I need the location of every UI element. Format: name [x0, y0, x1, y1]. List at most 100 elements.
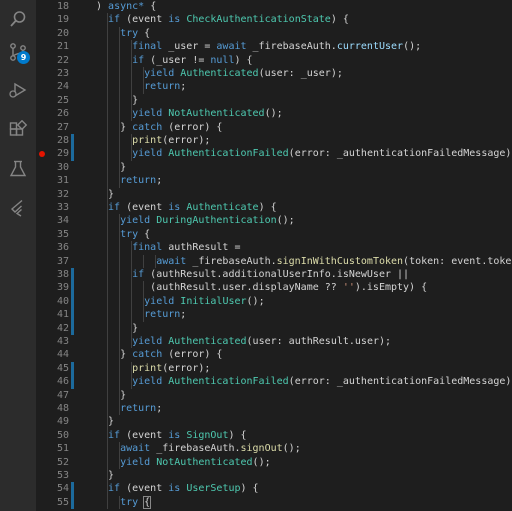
code-line[interactable]: 25}	[36, 93, 512, 108]
line-number: 29	[56, 148, 69, 160]
indent-guide	[107, 40, 109, 54]
code-line[interactable]: 36 final authResult =	[36, 241, 512, 255]
code-line[interactable]: 34 yield DuringAuthentication();	[36, 214, 512, 228]
code-text: ) async* {	[96, 0, 156, 13]
indent-guide	[119, 93, 121, 108]
code-token: (event	[120, 14, 169, 26]
code-line[interactable]: 45 print(error);	[36, 361, 512, 376]
code-line[interactable]: 47}	[36, 388, 512, 402]
indent-guide	[107, 147, 109, 161]
code-line[interactable]: 19 if (event is CheckAuthenticationState)…	[36, 13, 512, 27]
indent-guide	[107, 254, 109, 268]
line-number: 25	[56, 94, 69, 106]
code-token: _user =	[162, 41, 217, 53]
code-line[interactable]: 46 yield AuthenticationFailed(error: _aut…	[36, 375, 512, 389]
code-line[interactable]: 21 final _user = await _firebaseAuth.curr…	[36, 40, 512, 54]
code-token: {	[138, 27, 151, 39]
code-line[interactable]: 54 if (event is UserSetup) {	[36, 482, 512, 496]
code-line[interactable]: 20 try {	[36, 26, 512, 41]
code-text: yield AuthenticationFailed(error: _authe…	[132, 147, 512, 160]
indent-guide	[107, 134, 109, 148]
extensions-icon[interactable]	[6, 118, 30, 142]
code-line[interactable]: 50 if (event is SignOut) {	[36, 428, 512, 443]
modified-line-marker	[71, 482, 74, 496]
line-number: 46	[56, 376, 69, 388]
code-text: }	[108, 469, 114, 482]
indent-guide	[119, 80, 121, 94]
code-line[interactable]: 39 (authResult.user.displayName ?? '').is…	[36, 281, 512, 295]
line-number: 23	[56, 68, 69, 79]
code-line[interactable]: 30}	[36, 160, 512, 175]
code-token: Authenticated	[180, 68, 259, 79]
code-line[interactable]: 24 return;	[36, 80, 512, 94]
indent-guide	[119, 40, 121, 54]
code-token: Authenticated	[168, 336, 247, 347]
code-text: } catch (error) {	[120, 121, 222, 134]
code-line[interactable]: 35 try {	[36, 227, 512, 242]
code-line[interactable]: 31 return;	[36, 174, 512, 188]
code-token: InitialUser	[180, 295, 247, 307]
code-line[interactable]: 26 yield NotAuthenticated();	[36, 107, 512, 121]
code-line[interactable]: 32}	[36, 187, 512, 201]
testing-icon[interactable]	[6, 157, 30, 181]
indent-guide	[107, 26, 109, 41]
code-line[interactable]: 44} catch (error) {	[36, 348, 512, 362]
code-token: (error) {	[162, 121, 223, 133]
code-line[interactable]: 28 print(error);	[36, 134, 512, 148]
line-number: 26	[56, 108, 69, 120]
code-line[interactable]: 33 if (event is Authenticate) {	[36, 201, 512, 215]
line-number: 31	[56, 175, 69, 187]
run-debug-icon[interactable]	[6, 78, 30, 102]
indent-guide	[131, 67, 133, 81]
line-number: 52	[56, 456, 69, 468]
code-line[interactable]: 40 yield InitialUser();	[36, 294, 512, 309]
code-text: return;	[144, 308, 186, 321]
indent-guide	[107, 402, 109, 416]
code-token: null	[210, 54, 235, 66]
line-number: 24	[56, 81, 69, 93]
code-token: _firebaseAuth.	[186, 255, 277, 267]
flutter-icon[interactable]	[6, 196, 30, 220]
modified-line-marker	[71, 134, 74, 148]
code-line[interactable]: 38 if (authResult.additionalUserInfo.isNe…	[36, 268, 512, 282]
indent-guide	[143, 281, 145, 295]
line-number: 40	[56, 295, 69, 307]
code-editor[interactable]: 18) async* {19 if (event is CheckAuthenti…	[36, 0, 512, 511]
code-line[interactable]: 27} catch (error) {	[36, 120, 512, 134]
code-line[interactable]: 51 await _firebaseAuth.signOut();	[36, 442, 512, 456]
code-line[interactable]: 22 if (_user != null) {	[36, 53, 512, 67]
code-token: (event	[120, 429, 169, 441]
line-number: 43	[56, 336, 69, 347]
code-line[interactable]: 37 await _firebaseAuth.signInWithCustomTo…	[36, 254, 512, 268]
indent-guide	[131, 308, 133, 322]
code-text: (authResult.user.displayName ?? '').isEm…	[150, 281, 427, 294]
modified-line-marker	[71, 375, 74, 389]
code-token: Authenticate	[186, 202, 259, 213]
code-token: if	[108, 202, 121, 213]
code-token: return	[144, 81, 181, 93]
code-line[interactable]: 41 return;	[36, 308, 512, 322]
code-line[interactable]: 53}	[36, 469, 512, 483]
line-number: 45	[56, 362, 69, 374]
code-line[interactable]: 48 return;	[36, 402, 512, 416]
breakpoint-icon[interactable]	[39, 151, 45, 158]
code-text: if (_user != null) {	[132, 54, 252, 67]
code-line[interactable]: 42}	[36, 321, 512, 335]
code-line[interactable]: 18) async* {	[36, 0, 512, 13]
line-number: 37	[56, 255, 69, 267]
code-token: yield	[132, 336, 163, 347]
code-line[interactable]: 23 yield Authenticated(user: _user);	[36, 67, 512, 81]
indent-guide	[131, 254, 133, 268]
code-token: }	[108, 470, 115, 481]
code-line[interactable]: 55 try {	[36, 495, 512, 510]
code-text: await _firebaseAuth.signInWithCustomToke…	[156, 255, 512, 268]
code-line[interactable]: 43 yield Authenticated(user: authResult.u…	[36, 335, 512, 349]
indent-guide	[107, 107, 109, 121]
code-token: ();	[252, 456, 271, 468]
explorer-icon[interactable]	[6, 7, 30, 31]
code-text: }	[108, 188, 114, 201]
code-line[interactable]: 29 yield AuthenticationFailed(error: _aut…	[36, 147, 512, 161]
code-line[interactable]: 49}	[36, 415, 512, 429]
line-number: 47	[56, 389, 69, 401]
code-line[interactable]: 52 yield NotAuthenticated();	[36, 455, 512, 469]
